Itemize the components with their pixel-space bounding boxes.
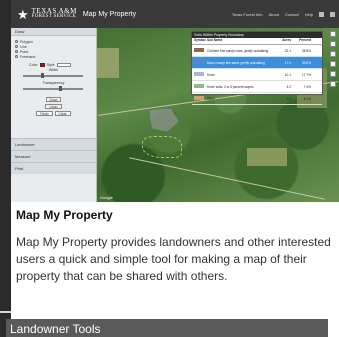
width-slider[interactable] — [23, 73, 83, 78]
soil-acres: 10.1 — [284, 72, 291, 77]
soil-percent: 17.7% — [301, 72, 311, 77]
soil-symbol — [194, 60, 204, 64]
soil-name: Darco loamy fine sand, gently undulating — [207, 60, 265, 65]
top-nav: Texas Forest Info About Contact Help — [232, 0, 335, 28]
soil-name: Cuthbert fine sandy loam, gently undulat… — [207, 48, 269, 53]
table-row[interactable]: Kirvin 10.1 17.7% — [192, 69, 322, 81]
brand-line2: FOREST SERVICE — [31, 14, 77, 19]
soil-percent: 6.1% — [303, 96, 311, 101]
landowner-tools-header[interactable]: Landowner Tools — [6, 319, 328, 337]
soil-symbol — [194, 72, 204, 76]
table-row[interactable]: Cuthbert fine sandy loam, gently undulat… — [192, 45, 322, 57]
draw-options: Polygon Line Point Freehand Color Style … — [11, 36, 96, 138]
radio-icon[interactable] — [15, 50, 18, 53]
undo-button[interactable]: Undo — [45, 104, 62, 109]
table-row[interactable]: Kirvin soils, 2 to 5 percent slopes 4.2 7.… — [192, 81, 322, 93]
draw-button[interactable]: Draw — [45, 97, 62, 102]
twitter-icon[interactable] — [330, 11, 335, 17]
soil-table-header: Symbol Soil Name Acres Percent — [192, 38, 322, 45]
zoom-out-icon[interactable] — [330, 51, 336, 57]
locate-icon[interactable] — [330, 61, 336, 67]
style-select[interactable] — [56, 62, 71, 67]
map-attribution: Google — [100, 195, 113, 200]
soil-name: Kirvin — [207, 72, 215, 77]
soil-symbol — [194, 84, 204, 88]
soil-acres: 22.1 — [284, 48, 291, 53]
tool-panel: Draw Polygon Line Point Freehand Color S… — [11, 28, 97, 202]
app-screenshot[interactable]: ★ TEXAS A&M FOREST SERVICE Map My Proper… — [11, 0, 339, 202]
soil-name: Kirvin soils, 2 to 5 percent slopes — [207, 84, 254, 89]
facebook-icon[interactable] — [319, 11, 324, 17]
clear-button[interactable]: Clear — [54, 111, 71, 116]
soil-table: Soils Within Property Boundary Symbol So… — [191, 31, 323, 105]
soil-symbol — [194, 96, 204, 100]
measure-icon[interactable] — [330, 71, 336, 77]
article-title: Map My Property — [16, 208, 113, 222]
transparency-slider[interactable] — [23, 86, 83, 91]
soil-percent: 7.4% — [303, 84, 311, 89]
panel-section-draw[interactable]: Draw — [11, 28, 96, 36]
card: ★ TEXAS A&M FOREST SERVICE Map My Proper… — [11, 0, 339, 337]
map-field — [247, 148, 287, 166]
property-boundary[interactable] — [142, 136, 182, 158]
nav-item[interactable]: Texas Forest Info — [232, 12, 263, 17]
table-row[interactable]: Other 3.5 6.1% — [192, 93, 322, 105]
color-swatch[interactable] — [39, 62, 45, 67]
landowner-tools-label: Landowner Tools — [10, 322, 101, 336]
soil-acres: 3.5 — [286, 96, 291, 101]
radio-icon[interactable] — [15, 40, 18, 43]
nav-item[interactable]: Help — [305, 12, 313, 17]
table-row[interactable]: Darco loamy fine sand, gently undulating… — [192, 57, 322, 69]
panel-section-measure[interactable]: Measure — [11, 150, 96, 162]
soil-percent: 38.8% — [301, 48, 311, 53]
radio-icon[interactable] — [15, 55, 18, 58]
soil-acres: 17.1 — [284, 60, 291, 65]
slider-handle[interactable] — [41, 73, 44, 78]
soil-name: Other — [207, 96, 215, 101]
layers-icon[interactable] — [330, 31, 336, 37]
redo-button[interactable]: Redo — [36, 111, 53, 116]
nav-item[interactable]: Contact — [285, 12, 299, 17]
map-controls — [330, 31, 336, 87]
panel-section-print[interactable]: Print — [11, 162, 96, 174]
zoom-in-icon[interactable] — [330, 41, 336, 47]
trash-icon[interactable] — [330, 81, 336, 87]
soil-percent: 30.0% — [301, 60, 311, 65]
draw-option[interactable]: Freehand — [15, 54, 92, 59]
article-description: Map My Property provides landowners and … — [16, 235, 331, 283]
radio-icon[interactable] — [15, 45, 18, 48]
star-icon: ★ — [17, 6, 29, 22]
divider — [0, 311, 11, 313]
soil-symbol — [194, 48, 204, 52]
property-polygon[interactable] — [149, 108, 179, 132]
slider-handle[interactable] — [59, 86, 62, 91]
soil-acres: 4.2 — [286, 84, 291, 89]
satellite-map[interactable]: Soils Within Property Boundary Symbol So… — [97, 28, 339, 202]
nav-item[interactable]: About — [269, 12, 279, 17]
texas-am-logo[interactable]: ★ TEXAS A&M FOREST SERVICE — [17, 8, 77, 21]
map-road — [129, 157, 325, 200]
app-title: Map My Property — [82, 10, 137, 18]
map-field — [97, 48, 119, 78]
app-header: ★ TEXAS A&M FOREST SERVICE Map My Proper… — [11, 0, 339, 28]
panel-section-landowner[interactable]: Landowner — [11, 138, 96, 150]
